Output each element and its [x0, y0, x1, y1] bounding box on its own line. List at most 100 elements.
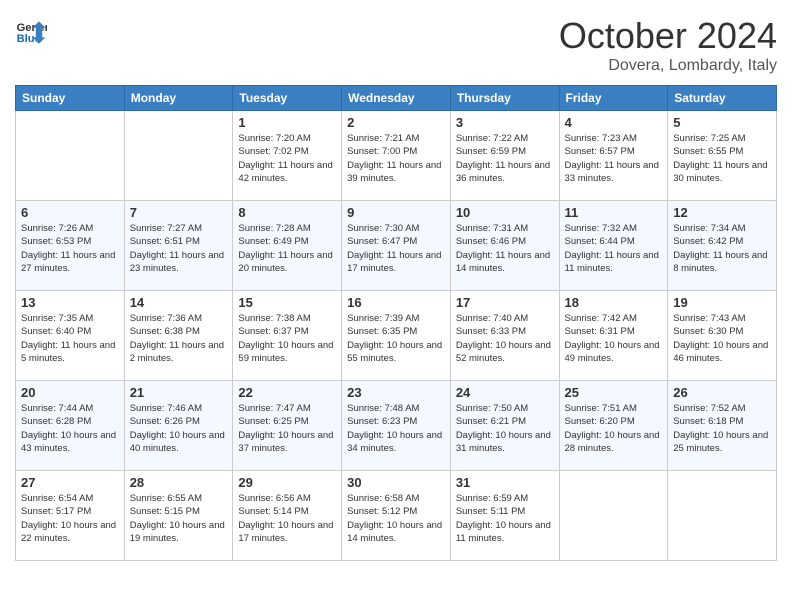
- day-number: 17: [456, 295, 554, 310]
- day-info: Sunrise: 7:34 AM Sunset: 6:42 PM Dayligh…: [673, 222, 771, 275]
- day-number: 15: [238, 295, 336, 310]
- day-number: 29: [238, 475, 336, 490]
- calendar-week-5: 27Sunrise: 6:54 AM Sunset: 5:17 PM Dayli…: [16, 471, 777, 561]
- day-info: Sunrise: 7:22 AM Sunset: 6:59 PM Dayligh…: [456, 132, 554, 185]
- day-number: 25: [565, 385, 663, 400]
- calendar-cell: 13 Sunrise: 7:35 AM Sunset: 6:40 PM Dayli…: [16, 291, 125, 381]
- calendar-table: SundayMondayTuesdayWednesdayThursdayFrid…: [15, 85, 777, 561]
- day-info: Sunrise: 7:32 AM Sunset: 6:44 PM Dayligh…: [565, 222, 663, 275]
- calendar-cell: 12Sunrise: 7:34 AM Sunset: 6:42 PM Dayli…: [668, 201, 777, 291]
- day-info: Sunrise: 7:38 AM Sunset: 6:37 PM Dayligh…: [238, 312, 336, 365]
- calendar-cell: 14 Sunrise: 7:36 AM Sunset: 6:38 PM Dayli…: [124, 291, 233, 381]
- calendar-cell: [16, 111, 125, 201]
- day-info: Sunrise: 6:54 AM Sunset: 5:17 PM Dayligh…: [21, 492, 119, 545]
- calendar-cell: 4Sunrise: 7:23 AM Sunset: 6:57 PM Daylig…: [559, 111, 668, 201]
- calendar-week-1: 1Sunrise: 7:20 AM Sunset: 7:02 PM Daylig…: [16, 111, 777, 201]
- calendar-cell: 25Sunrise: 7:51 AM Sunset: 6:20 PM Dayli…: [559, 381, 668, 471]
- day-number: 26: [673, 385, 771, 400]
- calendar-cell: 22 Sunrise: 7:47 AM Sunset: 6:25 PM Dayli…: [233, 381, 342, 471]
- calendar-cell: 31Sunrise: 6:59 AM Sunset: 5:11 PM Dayli…: [450, 471, 559, 561]
- calendar-cell: 28 Sunrise: 6:55 AM Sunset: 5:15 PM Dayli…: [124, 471, 233, 561]
- location-subtitle: Dovera, Lombardy, Italy: [559, 57, 777, 75]
- calendar-cell: 21 Sunrise: 7:46 AM Sunset: 6:26 PM Dayli…: [124, 381, 233, 471]
- day-number: 9: [347, 205, 445, 220]
- day-info: Sunrise: 7:52 AM Sunset: 6:18 PM Dayligh…: [673, 402, 771, 455]
- title-area: October 2024 Dovera, Lombardy, Italy: [559, 15, 777, 75]
- day-info: Sunrise: 7:47 AM Sunset: 6:25 PM Dayligh…: [238, 402, 336, 455]
- logo: General Blue: [15, 15, 47, 47]
- calendar-cell: 17 Sunrise: 7:40 AM Sunset: 6:33 PM Dayli…: [450, 291, 559, 381]
- calendar-cell: 1Sunrise: 7:20 AM Sunset: 7:02 PM Daylig…: [233, 111, 342, 201]
- day-number: 13: [21, 295, 119, 310]
- day-number: 22: [238, 385, 336, 400]
- calendar-cell: [668, 471, 777, 561]
- day-info: Sunrise: 6:56 AM Sunset: 5:14 PM Dayligh…: [238, 492, 336, 545]
- day-info: Sunrise: 7:40 AM Sunset: 6:33 PM Dayligh…: [456, 312, 554, 365]
- calendar-cell: 27Sunrise: 6:54 AM Sunset: 5:17 PM Dayli…: [16, 471, 125, 561]
- day-number: 16: [347, 295, 445, 310]
- calendar-cell: 10Sunrise: 7:31 AM Sunset: 6:46 PM Dayli…: [450, 201, 559, 291]
- calendar-cell: 9 Sunrise: 7:30 AM Sunset: 6:47 PM Daylig…: [342, 201, 451, 291]
- day-number: 6: [21, 205, 119, 220]
- weekday-header-friday: Friday: [559, 86, 668, 111]
- day-number: 30: [347, 475, 445, 490]
- day-number: 2: [347, 115, 445, 130]
- weekday-header-monday: Monday: [124, 86, 233, 111]
- day-number: 8: [238, 205, 336, 220]
- page-header: General Blue October 2024 Dovera, Lombar…: [15, 15, 777, 75]
- calendar-cell: 24 Sunrise: 7:50 AM Sunset: 6:21 PM Dayli…: [450, 381, 559, 471]
- day-number: 19: [673, 295, 771, 310]
- day-info: Sunrise: 7:20 AM Sunset: 7:02 PM Dayligh…: [238, 132, 336, 185]
- calendar-cell: 7 Sunrise: 7:27 AM Sunset: 6:51 PM Daylig…: [124, 201, 233, 291]
- svg-text:General: General: [17, 22, 47, 34]
- calendar-cell: 8Sunrise: 7:28 AM Sunset: 6:49 PM Daylig…: [233, 201, 342, 291]
- day-number: 7: [130, 205, 228, 220]
- day-info: Sunrise: 7:44 AM Sunset: 6:28 PM Dayligh…: [21, 402, 119, 455]
- day-number: 21: [130, 385, 228, 400]
- day-number: 10: [456, 205, 554, 220]
- calendar-cell: 29 Sunrise: 6:56 AM Sunset: 5:14 PM Dayli…: [233, 471, 342, 561]
- calendar-cell: [559, 471, 668, 561]
- day-info: Sunrise: 7:42 AM Sunset: 6:31 PM Dayligh…: [565, 312, 663, 365]
- day-info: Sunrise: 6:59 AM Sunset: 5:11 PM Dayligh…: [456, 492, 554, 545]
- day-info: Sunrise: 7:26 AM Sunset: 6:53 PM Dayligh…: [21, 222, 119, 275]
- logo-icon: General Blue: [15, 15, 47, 47]
- calendar-cell: 5Sunrise: 7:25 AM Sunset: 6:55 PM Daylig…: [668, 111, 777, 201]
- day-number: 5: [673, 115, 771, 130]
- day-info: Sunrise: 7:30 AM Sunset: 6:47 PM Dayligh…: [347, 222, 445, 275]
- calendar-cell: 20Sunrise: 7:44 AM Sunset: 6:28 PM Dayli…: [16, 381, 125, 471]
- calendar-cell: 6 Sunrise: 7:26 AM Sunset: 6:53 PM Daylig…: [16, 201, 125, 291]
- calendar-week-2: 6 Sunrise: 7:26 AM Sunset: 6:53 PM Daylig…: [16, 201, 777, 291]
- calendar-cell: 19 Sunrise: 7:43 AM Sunset: 6:30 PM Dayli…: [668, 291, 777, 381]
- day-info: Sunrise: 7:43 AM Sunset: 6:30 PM Dayligh…: [673, 312, 771, 365]
- day-info: Sunrise: 7:36 AM Sunset: 6:38 PM Dayligh…: [130, 312, 228, 365]
- day-number: 3: [456, 115, 554, 130]
- weekday-header-saturday: Saturday: [668, 86, 777, 111]
- calendar-cell: [124, 111, 233, 201]
- day-number: 14: [130, 295, 228, 310]
- day-number: 4: [565, 115, 663, 130]
- day-info: Sunrise: 7:39 AM Sunset: 6:35 PM Dayligh…: [347, 312, 445, 365]
- day-info: Sunrise: 6:58 AM Sunset: 5:12 PM Dayligh…: [347, 492, 445, 545]
- day-info: Sunrise: 7:21 AM Sunset: 7:00 PM Dayligh…: [347, 132, 445, 185]
- day-info: Sunrise: 7:35 AM Sunset: 6:40 PM Dayligh…: [21, 312, 119, 365]
- weekday-header-row: SundayMondayTuesdayWednesdayThursdayFrid…: [16, 86, 777, 111]
- calendar-cell: 16 Sunrise: 7:39 AM Sunset: 6:35 PM Dayli…: [342, 291, 451, 381]
- day-info: Sunrise: 7:27 AM Sunset: 6:51 PM Dayligh…: [130, 222, 228, 275]
- day-info: Sunrise: 7:46 AM Sunset: 6:26 PM Dayligh…: [130, 402, 228, 455]
- calendar-cell: 23Sunrise: 7:48 AM Sunset: 6:23 PM Dayli…: [342, 381, 451, 471]
- weekday-header-wednesday: Wednesday: [342, 86, 451, 111]
- calendar-cell: 18 Sunrise: 7:42 AM Sunset: 6:31 PM Dayli…: [559, 291, 668, 381]
- calendar-cell: 3 Sunrise: 7:22 AM Sunset: 6:59 PM Daylig…: [450, 111, 559, 201]
- month-title: October 2024: [559, 15, 777, 57]
- day-info: Sunrise: 7:50 AM Sunset: 6:21 PM Dayligh…: [456, 402, 554, 455]
- weekday-header-thursday: Thursday: [450, 86, 559, 111]
- day-number: 28: [130, 475, 228, 490]
- calendar-cell: 15 Sunrise: 7:38 AM Sunset: 6:37 PM Dayli…: [233, 291, 342, 381]
- calendar-cell: 2 Sunrise: 7:21 AM Sunset: 7:00 PM Daylig…: [342, 111, 451, 201]
- day-info: Sunrise: 6:55 AM Sunset: 5:15 PM Dayligh…: [130, 492, 228, 545]
- calendar-week-3: 13 Sunrise: 7:35 AM Sunset: 6:40 PM Dayli…: [16, 291, 777, 381]
- weekday-header-sunday: Sunday: [16, 86, 125, 111]
- day-number: 24: [456, 385, 554, 400]
- day-number: 18: [565, 295, 663, 310]
